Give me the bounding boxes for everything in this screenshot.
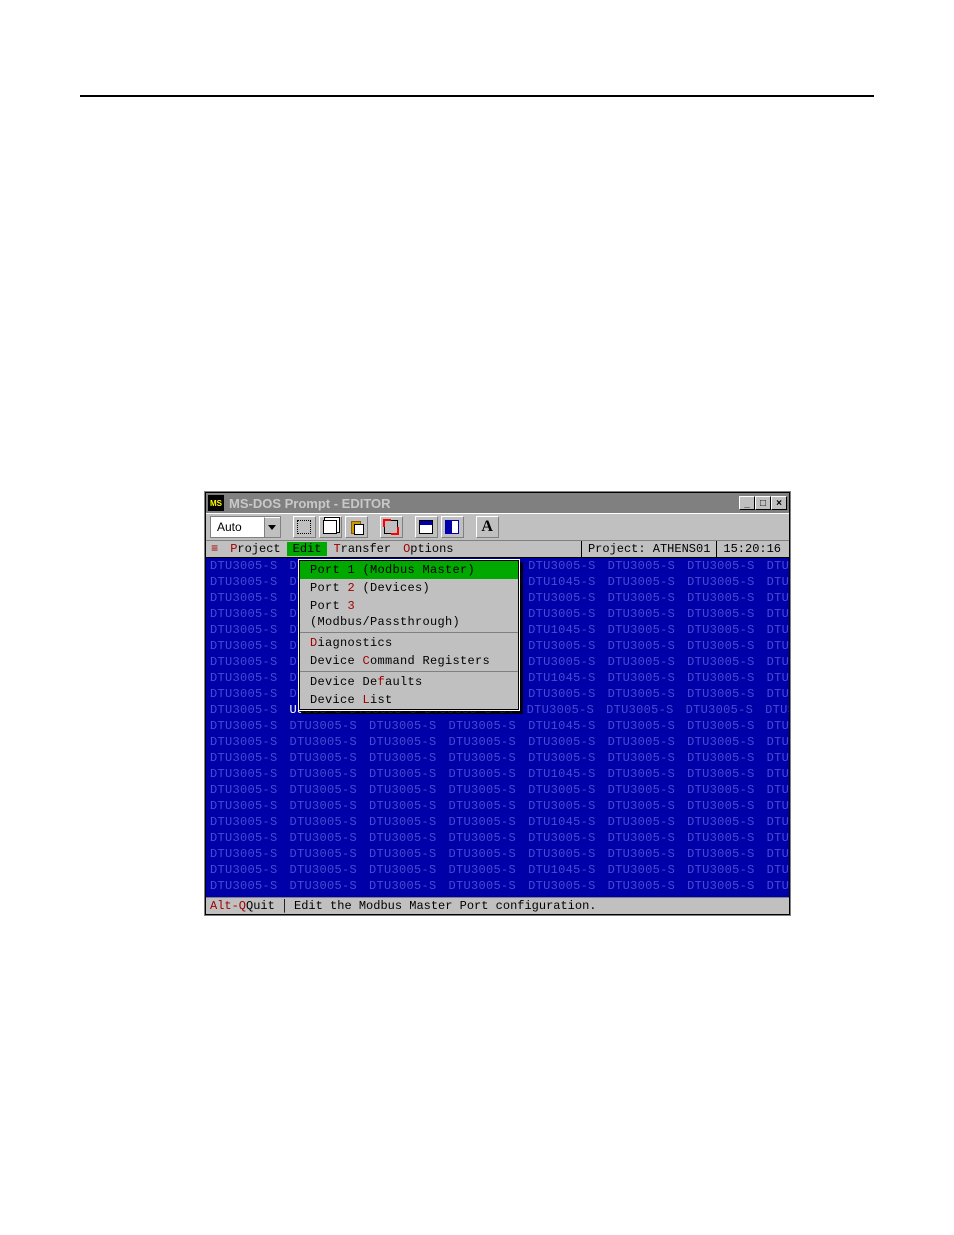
bg-row: DTU3005-SDTU3005-SDTU3005-SDTU3005-SDTU3…: [206, 734, 789, 750]
bg-row: DTU3005-SDTU3005-SDTU3005-SDTU3005-SDTU3…: [206, 798, 789, 814]
paste-button[interactable]: [345, 516, 368, 538]
properties-button[interactable]: [415, 516, 438, 538]
edit-menu-dropdown: Port 1 (Modbus Master)Port 2 (Devices)Po…: [298, 559, 520, 711]
close-button[interactable]: ×: [771, 496, 787, 510]
clock: 15:20:16: [716, 541, 787, 557]
bg-row: DTU3005-SDTU3005-SDTU3005-SDTU3005-SDTU3…: [206, 782, 789, 798]
combo-value: Auto: [211, 520, 264, 534]
system-menu-icon[interactable]: ≡: [211, 541, 218, 557]
menu-transfer[interactable]: Transfer: [327, 542, 397, 556]
menu-project[interactable]: Project: [224, 542, 286, 556]
font-size-combo[interactable]: Auto: [210, 516, 281, 538]
statusbar-hint: Edit the Modbus Master Port configuratio…: [294, 898, 596, 914]
bg-row: DTU3005-SDTU3005-SDTU3005-SDTU3005-SDTU1…: [206, 766, 789, 782]
bg-row: DTU3005-SDTU3005-SDTU3005-SDTU3005-SDTU1…: [206, 718, 789, 734]
select-icon: [297, 520, 311, 534]
statusbar-separator: │: [281, 898, 288, 914]
fullscreen-button[interactable]: [380, 516, 403, 538]
menu-edit[interactable]: Edit: [287, 542, 328, 556]
paste-icon: [351, 521, 361, 534]
app-icon: MS: [208, 495, 224, 511]
font-icon: A: [481, 520, 493, 534]
background-icon: [445, 520, 459, 534]
menu-item[interactable]: Port 2 (Devices): [300, 579, 518, 597]
menu-item[interactable]: Device List: [300, 691, 518, 709]
bg-row: DTU3005-SDTU3005-SDTU3005-SDTU3005-SDTU1…: [206, 862, 789, 878]
quit-label: Quit: [246, 898, 275, 914]
project-indicator: Project: ATHENS01: [581, 541, 716, 557]
bg-row: DTU3005-SDTU3005-SDTU3005-SDTU3005-SDTU3…: [206, 878, 789, 894]
copy-button[interactable]: [319, 516, 342, 538]
bg-row: DTU3005-SDTU3005-SDTU3005-SDTU3005-SDTU3…: [206, 830, 789, 846]
maximize-button[interactable]: □: [755, 496, 771, 510]
dos-workspace: DTU3005-SDTU3005-SDTU3005-SDTU3005-SDTU3…: [206, 558, 789, 897]
menu-item[interactable]: Device Defaults: [300, 673, 518, 691]
bg-row: DTU3005-SDTU3005-SDTU3005-SDTU3005-SDTU3…: [206, 750, 789, 766]
window-title: MS-DOS Prompt - EDITOR: [229, 496, 739, 511]
menu-item[interactable]: Device Command Registers: [300, 652, 518, 670]
menu-item[interactable]: Diagnostics: [300, 634, 518, 652]
menu-separator: [300, 632, 518, 633]
copy-icon: [323, 520, 337, 534]
titlebar[interactable]: MS MS-DOS Prompt - EDITOR _ □ ×: [206, 493, 789, 513]
menu-item[interactable]: Port 1 (Modbus Master): [300, 561, 518, 579]
minimize-button[interactable]: _: [739, 496, 755, 510]
bg-row: DTU3005-SDTU3005-SDTU3005-SDTU3005-SDTU3…: [206, 846, 789, 862]
project-name: ATHENS01: [653, 542, 711, 556]
menu-separator: [300, 671, 518, 672]
dos-menubar: ≡ ProjectEditTransferOptions Project: AT…: [206, 541, 789, 558]
menu-options[interactable]: Options: [397, 542, 459, 556]
app-window: MS MS-DOS Prompt - EDITOR _ □ × Auto: [205, 492, 790, 915]
font-button[interactable]: A: [476, 516, 499, 538]
bg-row: DTU3005-SDTU3005-SDTU3005-SDTU3005-SDTU1…: [206, 814, 789, 830]
quit-hotkey: Alt-Q: [210, 898, 246, 914]
dos-app: ≡ ProjectEditTransferOptions Project: AT…: [206, 541, 789, 914]
page-divider: [80, 95, 874, 97]
properties-icon: [419, 520, 433, 534]
background-button[interactable]: [441, 516, 464, 538]
chevron-down-icon[interactable]: [264, 517, 280, 537]
fullscreen-icon: [384, 520, 398, 534]
menu-item[interactable]: Port 3 (Modbus/Passthrough): [300, 597, 518, 631]
toolbar: Auto A: [206, 513, 789, 541]
dos-statusbar: Alt-Q Quit │ Edit the Modbus Master Port…: [206, 897, 789, 914]
mark-button[interactable]: [293, 516, 316, 538]
